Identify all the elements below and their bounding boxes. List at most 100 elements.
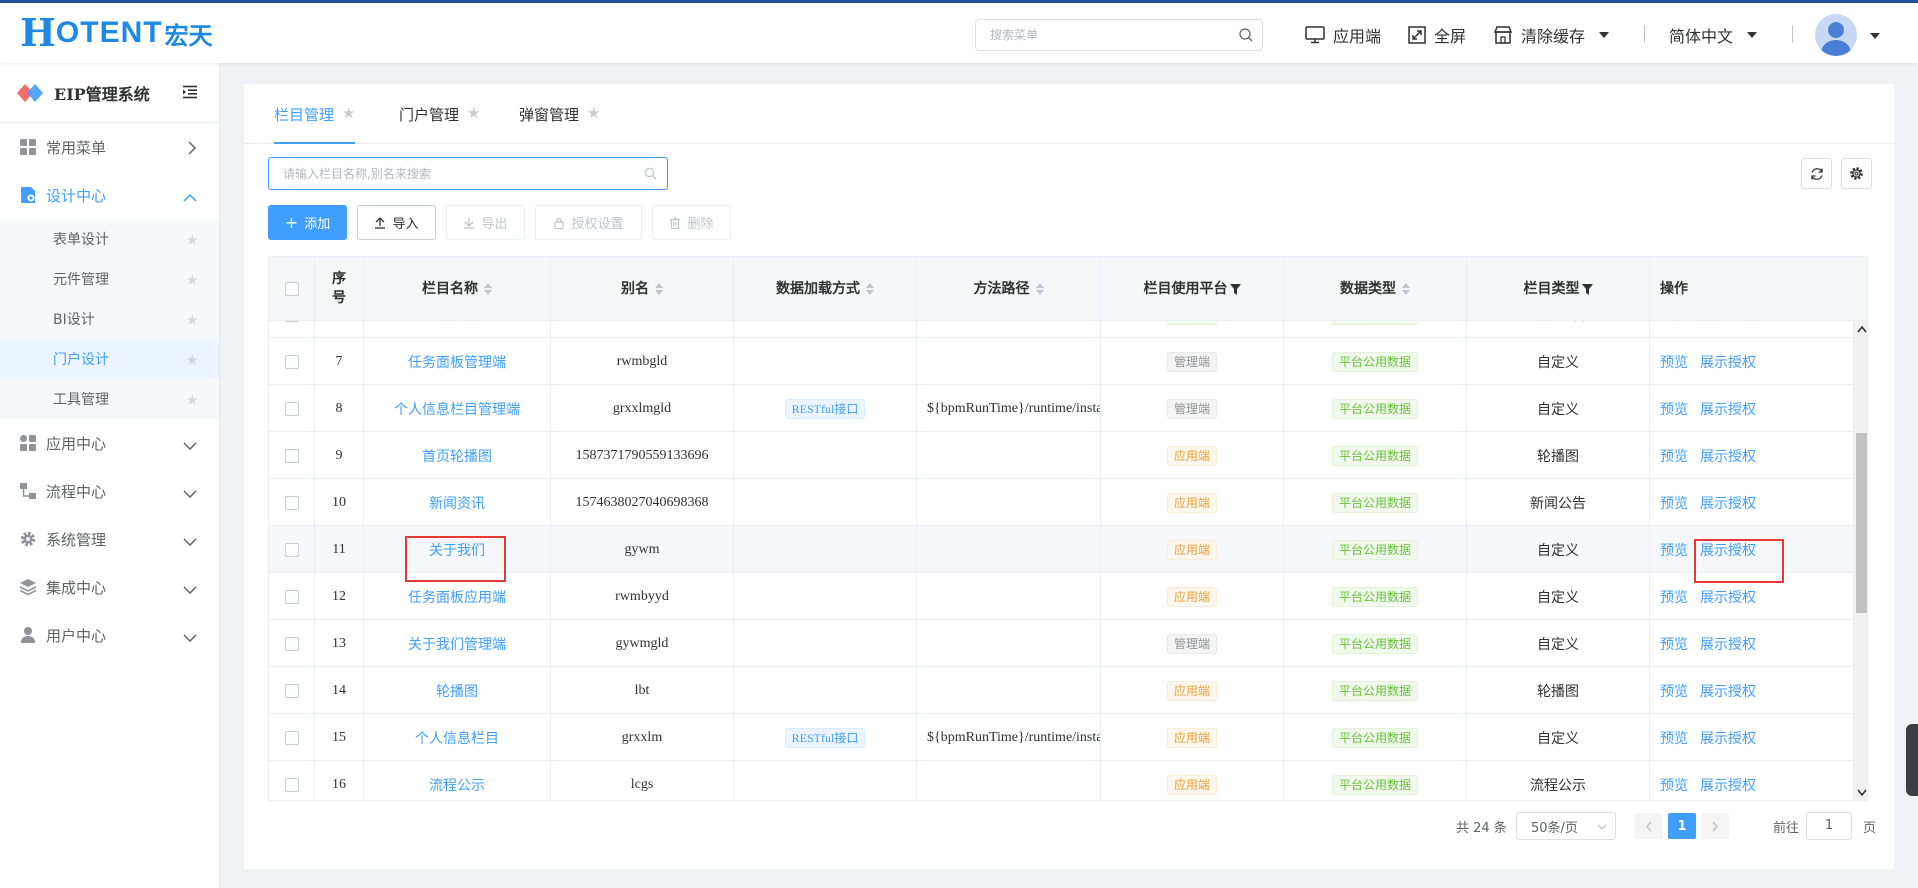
display-auth-link[interactable]: 展示授权 xyxy=(1700,728,1756,748)
column-name-link[interactable]: 任务面板管理端 xyxy=(408,352,506,372)
preview-link[interactable]: 预览 xyxy=(1660,775,1688,795)
star-icon[interactable]: ★ xyxy=(587,104,600,122)
export-button[interactable]: 导出 xyxy=(446,205,525,240)
th-data-type[interactable]: 数据类型 xyxy=(1284,257,1467,321)
table-row[interactable]: 9 首页轮播图 1587371790559133696 应用端 平台公用数据 轮播图 预览展… xyxy=(269,432,1867,479)
column-name-link[interactable]: 新闻资讯 xyxy=(429,493,485,513)
refresh-button[interactable] xyxy=(1801,158,1832,189)
page-size-select[interactable]: 50条/页 xyxy=(1516,812,1616,840)
preview-link[interactable]: 预览 xyxy=(1660,493,1688,513)
column-name-link[interactable]: 首页轮播图 xyxy=(422,446,492,466)
column-name-link[interactable]: 轮播图 xyxy=(436,681,478,701)
preview-link[interactable]: 预览 xyxy=(1660,728,1688,748)
star-icon[interactable]: ★ xyxy=(186,311,199,329)
star-icon[interactable]: ★ xyxy=(467,104,480,122)
table-row[interactable]: 10 新闻资讯 1574638027040698368 应用端 平台公用数据 新闻公告 预览… xyxy=(269,479,1867,526)
tab-popup-manage[interactable]: 弹窗管理 ★ xyxy=(519,104,600,144)
table-row[interactable]: 11 关于我们 gywm 应用端 平台公用数据 自定义 预览 展示授权 xyxy=(269,526,1867,573)
display-auth-link[interactable]: 展示授权 xyxy=(1700,681,1756,701)
display-auth-link[interactable]: 展示授权 xyxy=(1700,352,1756,372)
star-icon[interactable]: ★ xyxy=(186,391,199,409)
row-checkbox[interactable] xyxy=(284,589,299,604)
star-icon[interactable]: ★ xyxy=(186,351,199,369)
table-row[interactable]: 7 任务面板管理端 rwmbgld 管理端 平台公用数据 自定义 预览 展示授权 xyxy=(269,338,1867,385)
floating-side-widget[interactable] xyxy=(1906,724,1918,796)
clear-cache-dropdown[interactable]: 清除缓存 xyxy=(1493,21,1610,49)
sidebar-subitem-portal-design[interactable]: 门户设计 ★ xyxy=(0,339,219,379)
collapse-menu-icon[interactable] xyxy=(182,85,198,103)
row-checkbox[interactable] xyxy=(284,777,299,792)
row-checkbox[interactable] xyxy=(284,321,299,322)
table-row[interactable]: 12 任务面板应用端 rwmbyyd 应用端 平台公用数据 自定义 预览 展示授权 xyxy=(269,573,1867,620)
tab-portal-manage[interactable]: 门户管理 ★ xyxy=(399,104,480,144)
star-icon[interactable]: ★ xyxy=(186,231,199,249)
sort-icon[interactable] xyxy=(484,283,492,295)
prev-page-button[interactable] xyxy=(1635,813,1663,839)
preview-link[interactable]: 预览 xyxy=(1660,399,1688,419)
preview-link[interactable]: 预览 xyxy=(1660,681,1688,701)
table-vertical-scrollbar[interactable] xyxy=(1853,321,1867,800)
row-checkbox[interactable] xyxy=(284,683,299,698)
row-checkbox[interactable] xyxy=(284,636,299,651)
column-settings-button[interactable] xyxy=(1841,158,1872,189)
scrollbar-thumb[interactable] xyxy=(1856,433,1867,613)
row-checkbox[interactable] xyxy=(284,354,299,369)
sidebar-subitem-form-design[interactable]: 表单设计 ★ xyxy=(0,219,219,259)
column-search-box[interactable] xyxy=(268,157,668,190)
sidebar-item-common-menu[interactable]: 常用菜单 xyxy=(0,123,219,171)
row-checkbox[interactable] xyxy=(284,730,299,745)
delete-button[interactable]: 删除 xyxy=(652,205,731,240)
import-button[interactable]: 导入 xyxy=(357,205,436,240)
sidebar-item-user-center[interactable]: 用户中心 xyxy=(0,611,219,659)
preview-link[interactable]: 预览 xyxy=(1660,540,1688,560)
table-row[interactable]: 16 流程公示 lcgs 应用端 平台公用数据 流程公示 预览 展示授权 xyxy=(269,761,1867,800)
row-checkbox[interactable] xyxy=(284,448,299,463)
column-name-link[interactable]: 任务面板应用端 xyxy=(408,587,506,607)
table-row[interactable]: 13 关于我们管理端 gywmgld 管理端 平台公用数据 自定义 预览 展示授权 xyxy=(269,620,1867,667)
table-row[interactable]: 8 个人信息栏目管理端 grxxlmgld RESTful接口 ${bpmRunTime… xyxy=(269,385,1867,432)
fullscreen-button[interactable]: 全屏 xyxy=(1408,21,1466,49)
hotent-logo[interactable]: H OTENT 宏天 xyxy=(20,11,213,55)
goto-page-input[interactable]: 1 xyxy=(1806,812,1852,840)
sidebar-subitem-bi-design[interactable]: BI设计 ★ xyxy=(0,299,219,339)
column-name-link[interactable]: 关于我们管理端 xyxy=(408,634,506,654)
preview-link[interactable]: 预览 xyxy=(1660,321,1688,325)
sort-icon[interactable] xyxy=(866,283,874,295)
user-avatar[interactable] xyxy=(1815,14,1857,56)
column-name-link[interactable]: 个人信息栏目 xyxy=(415,728,499,748)
th-alias[interactable]: 别名 xyxy=(551,257,734,321)
menu-search-box[interactable] xyxy=(975,19,1263,51)
preview-link[interactable]: 预览 xyxy=(1660,446,1688,466)
scroll-up-icon[interactable] xyxy=(1857,325,1867,333)
client-switch-button[interactable]: 应用端 xyxy=(1305,21,1381,49)
th-column-type[interactable]: 栏目类型 xyxy=(1467,257,1650,321)
sidebar-item-app-center[interactable]: 应用中心 xyxy=(0,419,219,467)
sidebar-item-design-center[interactable]: 设计中心 xyxy=(0,171,219,219)
add-button[interactable]: + 添加 xyxy=(268,205,347,240)
language-dropdown[interactable]: 简体中文 xyxy=(1669,21,1758,49)
display-auth-link[interactable]: 展示授权 xyxy=(1700,446,1756,466)
tab-column-manage[interactable]: 栏目管理 ★ xyxy=(274,104,356,144)
select-all-checkbox[interactable] xyxy=(284,282,299,296)
row-checkbox[interactable] xyxy=(284,495,299,510)
authorize-settings-button[interactable]: 授权设置 xyxy=(535,205,642,240)
column-name-link[interactable]: 个人信息栏目管理端 xyxy=(394,399,520,419)
next-page-button[interactable] xyxy=(1701,813,1729,839)
th-method-path[interactable]: 方法路径 xyxy=(917,257,1101,321)
display-auth-link[interactable]: 展示授权 xyxy=(1700,634,1756,654)
table-row[interactable]: 15 个人信息栏目 grxxlm RESTful接口 ${bpmRunTime}/run… xyxy=(269,714,1867,761)
display-auth-link[interactable]: 展示授权 xyxy=(1700,587,1756,607)
preview-link[interactable]: 预览 xyxy=(1660,587,1688,607)
column-name-link[interactable]: 流程公示 xyxy=(429,775,485,795)
search-icon[interactable] xyxy=(1238,27,1254,47)
filter-icon[interactable] xyxy=(1581,283,1593,295)
star-icon[interactable]: ★ xyxy=(342,104,355,122)
th-load-mode[interactable]: 数据加载方式 xyxy=(734,257,917,321)
th-name[interactable]: 栏目名称 xyxy=(364,257,551,321)
page-number-current[interactable]: 1 xyxy=(1668,813,1696,839)
sidebar-subitem-component-manage[interactable]: 元件管理 ★ xyxy=(0,259,219,299)
display-auth-link[interactable]: 展示授权 xyxy=(1700,493,1756,513)
row-checkbox[interactable] xyxy=(284,401,299,416)
display-auth-link[interactable]: 展示授权 xyxy=(1700,399,1756,419)
star-icon[interactable]: ★ xyxy=(186,271,199,289)
